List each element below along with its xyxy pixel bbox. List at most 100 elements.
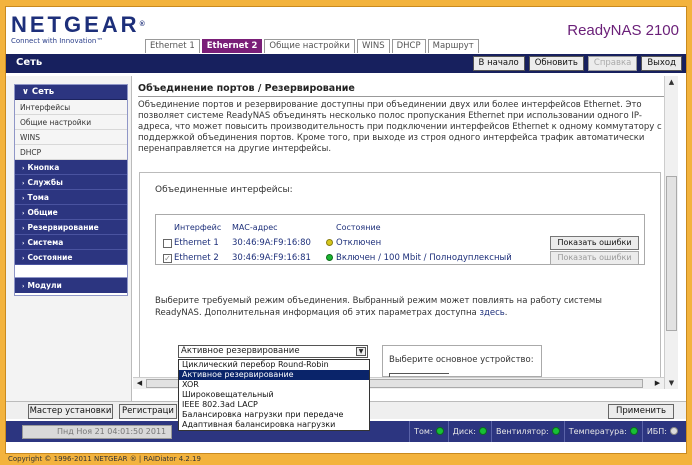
primary-device-box: Выберите основное устройство: [382,345,542,379]
bonding-mode-value: Активное резервирование [181,346,300,356]
refresh-button[interactable]: Обновить [528,56,584,71]
mac-address: 30:46:9A:F9:16:81 [232,253,311,263]
scroll-thumb[interactable] [666,176,677,331]
sidebar-item-shares[interactable]: › Общие [15,205,127,220]
bonding-mode-help: Выберите требуемый режим объединения. Вы… [155,295,650,319]
table-row: ✓ Ethernet 2 30:46:9A:F9:16:81 Включен /… [156,251,646,266]
disk-status[interactable]: Диск: [447,421,491,442]
sidebar-item-dhcp[interactable]: DHCP [15,145,127,160]
sidebar-item-label: Сеть [31,87,55,97]
apply-button[interactable]: Применить [608,404,674,419]
logout-button[interactable]: Выход [641,56,682,71]
volume-status[interactable]: Том: [409,421,448,442]
main-content: Объединение портов / Резервирование Объе… [133,76,664,389]
tab-dhcp[interactable]: DHCP [391,39,426,53]
status-led-icon [670,427,678,435]
vertical-scrollbar[interactable]: ▲ ▼ [664,76,678,389]
status-led-icon [326,239,333,246]
brand-name: NETGEAR [11,12,140,37]
ups-status-label: ИБП: [646,427,667,436]
column-header-state: Состояние [336,223,381,232]
interface-state-text: Включен / 100 Mbit / Полнодуплексный [336,253,512,263]
show-errors-button[interactable]: Показать ошибки [550,251,639,265]
tab-ethernet-1[interactable]: Ethernet 1 [145,39,200,53]
sidebar-item-status[interactable]: › Состояние [15,250,127,265]
volume-status-label: Том: [414,427,433,436]
temperature-status[interactable]: Температура: [563,421,642,442]
sidebar-menu: ∨ Сеть Интерфейсы Общие настройки WINS D… [14,84,128,296]
option-transmit-load-balancing[interactable]: Балансировка нагрузки при передаче [179,410,369,420]
sidebar-item-wins[interactable]: WINS [15,130,127,145]
column-header-interface: Интерфейс [174,223,222,232]
sidebar-item-label: Модули [27,281,62,290]
chevron-right-icon: › [22,240,25,247]
sidebar-item-backup[interactable]: › Резервирование [15,220,127,235]
help-link[interactable]: здесь [479,308,504,318]
fan-status[interactable]: Вентилятор: [491,421,564,442]
divider [138,96,664,97]
page-title: Сеть [16,57,43,68]
system-datetime: Пнд Ноя 21 04:01:50 2011 [22,425,172,439]
scroll-left-icon[interactable]: ◀ [134,378,145,389]
register-button[interactable]: Регистраци [119,404,177,419]
option-xor[interactable]: XOR [179,380,369,390]
brand-mark: ® [139,21,145,28]
sidebar-item-modules[interactable]: › Модули [14,277,128,293]
help-button[interactable]: Справка [587,56,638,71]
bond-checkbox-ethernet-1[interactable] [163,239,172,248]
copyright-text: Copyright © 1996-2011 NETGEAR ® | RAIDia… [8,455,201,463]
option-broadcast[interactable]: Широковещательный [179,390,369,400]
disk-status-label: Диск: [452,427,476,436]
status-indicators: Том: Диск: Вентилятор: Температура: ИБП: [409,421,682,442]
ups-status[interactable]: ИБП: [641,421,682,442]
tab-general-settings[interactable]: Общие настройки [264,39,355,53]
option-lacp[interactable]: IEEE 802.3ad LACP [179,400,369,410]
section-description: Объединение портов и резервирование дост… [138,100,662,154]
scroll-up-icon[interactable]: ▲ [666,77,677,87]
sidebar-item-label: Службы [27,178,63,187]
sidebar-item-label: Система [27,238,64,247]
scroll-down-icon[interactable]: ▼ [666,378,677,388]
sidebar-item-interfaces[interactable]: Интерфейсы [15,100,127,115]
sidebar-item-label: Кнопка [27,163,60,172]
sidebar-item-button[interactable]: › Кнопка [15,160,127,175]
status-led-icon [435,427,444,435]
status-led-icon [551,427,560,435]
sidebar-item-label: Состояние [27,253,73,262]
table-row: Ethernet 1 30:46:9A:F9:16:80 Отключен По… [156,236,646,251]
option-adaptive-load-balancing[interactable]: Адаптивная балансировка нагрузки [179,420,369,430]
sidebar-item-label: Общие [27,208,58,217]
sidebar-item-system[interactable]: › Система [15,235,127,250]
sidebar: ∨ Сеть Интерфейсы Общие настройки WINS D… [6,76,132,401]
chevron-down-icon[interactable]: ▼ [356,347,366,356]
chevron-right-icon: › [22,195,25,202]
sidebar-item-network[interactable]: ∨ Сеть [15,85,127,100]
bonding-mode-select[interactable]: Активное резервирование ▼ [178,345,368,358]
product-name: ReadyNAS 2100 [567,22,679,39]
interface-state: Включен / 100 Mbit / Полнодуплексный [326,253,512,263]
sidebar-item-services[interactable]: › Службы [15,175,127,190]
tab-route[interactable]: Маршрут [427,39,479,53]
bond-checkbox-ethernet-2[interactable]: ✓ [163,254,172,263]
temperature-status-label: Температура: [568,427,627,436]
scroll-right-icon[interactable]: ▶ [652,378,663,389]
option-active-backup[interactable]: Активное резервирование [179,370,369,380]
home-button[interactable]: В начало [472,56,525,71]
chevron-down-icon: ∨ [22,87,32,97]
chevron-right-icon: › [22,180,25,187]
primary-device-label: Выберите основное устройство: [389,355,534,365]
status-led-icon [479,427,487,435]
sidebar-item-volumes[interactable]: › Тома [15,190,127,205]
netgear-logo: NETGEAR® Connect with Innovation™ [11,12,145,46]
tab-ethernet-2[interactable]: Ethernet 2 [201,39,263,53]
sidebar-item-label: Резервирование [27,223,99,232]
interface-name: Ethernet 2 [174,253,219,263]
sidebar-item-general[interactable]: Общие настройки [15,115,127,130]
chevron-right-icon: › [22,225,25,232]
show-errors-button[interactable]: Показать ошибки [550,236,639,250]
option-round-robin[interactable]: Циклический перебор Round-Robin [179,360,369,370]
tab-bar: Ethernet 1 Ethernet 2 Общие настройки WI… [145,39,481,53]
tab-wins[interactable]: WINS [356,39,390,53]
interface-state: Отключен [326,238,381,248]
setup-wizard-button[interactable]: Мастер установки [28,404,113,419]
